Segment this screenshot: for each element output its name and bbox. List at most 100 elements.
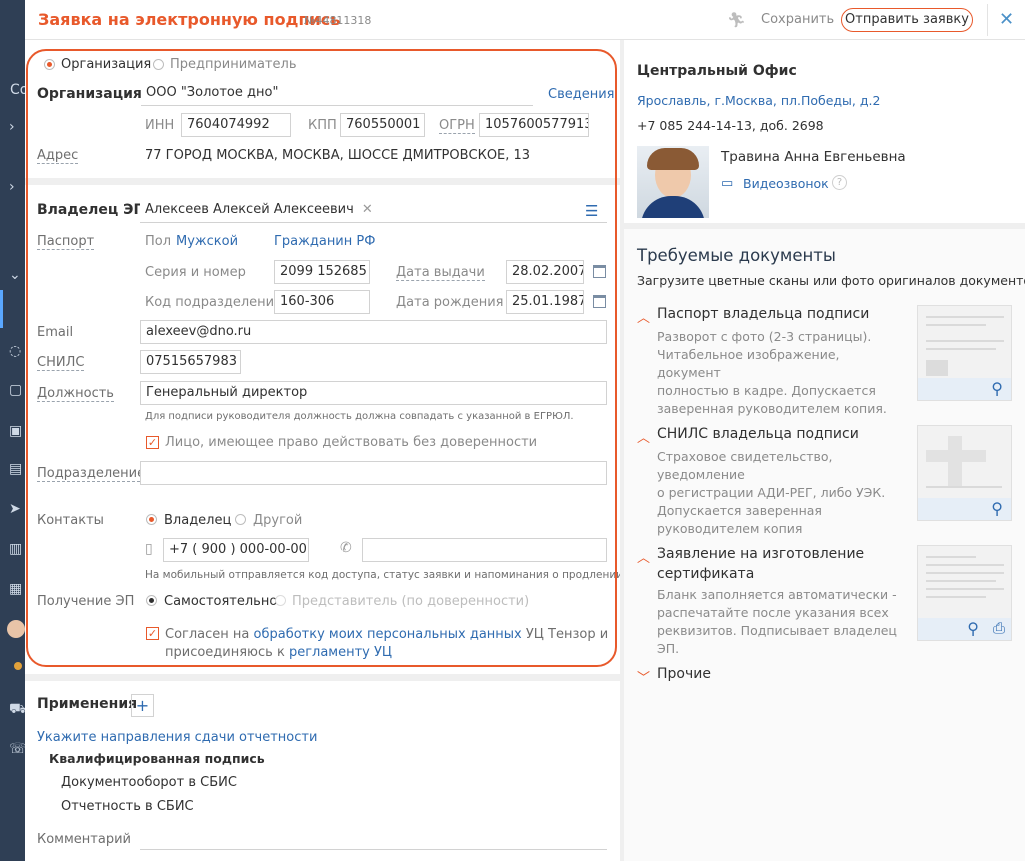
issue-date-label[interactable]: Дата выдачи — [396, 265, 485, 281]
document-icon[interactable]: ▥ — [9, 542, 22, 556]
calculator-icon[interactable]: ▤ — [9, 462, 22, 476]
status-dot — [14, 662, 22, 670]
ogrn-label[interactable]: ОГРН — [439, 118, 475, 134]
calendar-icon[interactable] — [593, 295, 606, 308]
position-field[interactable]: Генеральный директор — [140, 381, 607, 405]
close-icon[interactable]: ✕ — [987, 4, 1025, 36]
regulations-link[interactable]: регламенту УЦ — [289, 645, 392, 660]
send-icon[interactable]: ➤ — [9, 502, 21, 516]
consent-checkbox[interactable]: ✓ — [146, 627, 159, 640]
radio-owner-label[interactable]: Владелец — [164, 513, 231, 528]
attach-icon[interactable]: ⚲ — [991, 499, 1003, 518]
snils-label[interactable]: СНИЛС — [37, 355, 85, 371]
calendar-icon[interactable] — [593, 265, 606, 278]
other-docs[interactable]: Прочие — [657, 666, 711, 682]
list-icon[interactable]: ☰ — [585, 202, 598, 220]
radio-self-label[interactable]: Самостоятельно — [164, 594, 277, 609]
doc-title[interactable]: СНИЛС владельца подписи — [657, 426, 859, 442]
chevron-up-icon[interactable]: ︿ — [637, 427, 650, 446]
sex-value[interactable]: Мужской — [176, 234, 238, 249]
series-label: Серия и номер — [145, 265, 246, 280]
chevron-up-icon[interactable]: ︿ — [637, 307, 650, 326]
dialog-header: Заявка на электронную подпись №44811318 … — [25, 0, 1025, 40]
radio-other[interactable] — [235, 514, 246, 525]
radio-representative-label[interactable]: Представитель (по доверенности) — [292, 594, 529, 609]
tasks-icon[interactable]: ▢ — [9, 383, 22, 397]
details-link[interactable]: Сведения — [548, 87, 615, 102]
cart-icon[interactable]: ⛟ — [9, 702, 25, 716]
chevron-up-icon[interactable]: ︿ — [637, 547, 650, 566]
subdivision-field[interactable] — [140, 461, 607, 485]
email-label: Email — [37, 325, 74, 340]
issue-date-field[interactable]: 28.02.2007 — [506, 260, 584, 284]
radio-organization-label[interactable]: Организация — [61, 57, 151, 72]
calendar-icon[interactable]: ▦ — [9, 582, 22, 596]
chevron-down-icon[interactable]: ﹀ — [637, 667, 650, 686]
consent-part1: Согласен на — [165, 627, 254, 642]
radio-representative[interactable] — [275, 595, 286, 606]
kpp-label: КПП — [308, 118, 337, 133]
doc-desc-line: Допускается заверенная — [657, 503, 822, 518]
doc-title[interactable]: Заявление на изготовление — [657, 546, 864, 562]
radio-other-label[interactable]: Другой — [253, 513, 302, 528]
organization-field[interactable]: ООО "Золотое дно" — [141, 82, 533, 106]
snils-field[interactable]: 07515657983 — [140, 350, 241, 374]
video-icon[interactable]: ▭ — [721, 176, 733, 191]
subdivision-label[interactable]: Подразделение — [37, 466, 146, 482]
office-address-link[interactable]: Ярославль, г.Москва, пл.Победы, д.2 — [637, 93, 880, 108]
support-icon[interactable]: ☏ — [9, 742, 25, 756]
email-field[interactable]: alexeev@dno.ru — [140, 320, 607, 344]
no-proxy-checkbox[interactable]: ✓ — [146, 436, 159, 449]
radio-owner[interactable] — [146, 514, 157, 525]
question-icon[interactable]: ? — [832, 175, 847, 190]
address-value[interactable]: 77 ГОРОД МОСКВА, МОСКВА, ШОССЕ ДМИТРОВСК… — [145, 148, 530, 163]
attach-icon[interactable]: ⚲ — [991, 379, 1003, 398]
chevron-right-icon[interactable]: › — [9, 120, 15, 134]
doc-desc-line: реквизитов. Подписывает владелец ЭП. — [657, 623, 897, 656]
personal-data-link[interactable]: обработку моих персональных данных — [254, 627, 522, 642]
print-icon[interactable]: ⎙ — [993, 619, 1005, 637]
chevron-right-icon[interactable]: › — [9, 180, 15, 194]
phone-field[interactable] — [362, 538, 607, 562]
doc-desc-line: Страховое свидетельство, уведомление — [657, 449, 833, 482]
inn-field[interactable]: 7604074992 — [181, 113, 291, 137]
owner-field[interactable]: Алексеев Алексей Алексеевич ✕ — [140, 199, 607, 223]
ogrn-field[interactable]: 1057600577913 — [479, 113, 589, 137]
reporting-directions-link[interactable]: Укажите направления сдачи отчетности — [37, 730, 317, 745]
doc-title[interactable]: Паспорт владельца подписи — [657, 306, 869, 322]
radio-entrepreneur[interactable] — [153, 59, 164, 70]
chevron-down-icon[interactable]: ⌄ — [9, 268, 21, 282]
doc-thumbnail[interactable]: ⚲ ⎙ — [917, 545, 1012, 641]
chat-icon[interactable]: ◌ — [9, 344, 21, 358]
consent-text: Согласен на обработку моих персональных … — [165, 626, 608, 662]
radio-organization[interactable] — [44, 59, 55, 70]
position-label[interactable]: Должность — [37, 386, 114, 402]
citizenship-value[interactable]: Гражданин РФ — [274, 234, 375, 249]
briefcase-icon[interactable]: ▣ — [9, 424, 22, 438]
mobile-field[interactable]: +7 ( 900 ) 000-00-00 — [163, 538, 309, 562]
doc-desc-line: полностью в кадре. Допускается — [657, 383, 876, 398]
passport-label[interactable]: Паспорт — [37, 234, 95, 250]
series-field[interactable]: 2099 152685 — [274, 260, 370, 284]
run-icon[interactable]: 🏃︎ — [727, 11, 746, 29]
send-request-button[interactable]: Отправить заявку — [841, 8, 973, 32]
save-button[interactable]: Сохранить — [761, 12, 834, 27]
video-call-link[interactable]: Видеозвонок — [743, 176, 829, 191]
add-application-button[interactable]: + — [131, 694, 154, 717]
doc-thumbnail[interactable]: ⚲ — [917, 425, 1012, 521]
doc-thumbnail[interactable]: ⚲ — [917, 305, 1012, 401]
radio-self[interactable] — [146, 595, 157, 606]
no-proxy-label[interactable]: Лицо, имеющее право действовать без дове… — [165, 435, 537, 450]
attach-icon[interactable]: ⚲ — [967, 619, 979, 638]
owner-label: Владелец ЭП — [37, 202, 146, 218]
kpp-field[interactable]: 760550001 — [340, 113, 425, 137]
doc-desc-line: Разворот с фото (2-3 страницы). — [657, 329, 872, 344]
comment-field[interactable] — [140, 849, 607, 850]
avatar[interactable] — [7, 620, 25, 638]
birth-date-field[interactable]: 25.01.1987 — [506, 290, 584, 314]
dept-code-field[interactable]: 160-306 — [274, 290, 370, 314]
radio-entrepreneur-label[interactable]: Предприниматель — [170, 57, 296, 72]
clear-icon[interactable]: ✕ — [362, 202, 373, 217]
doc-title-line2[interactable]: сертификата — [657, 566, 754, 582]
address-label[interactable]: Адрес — [37, 148, 79, 164]
